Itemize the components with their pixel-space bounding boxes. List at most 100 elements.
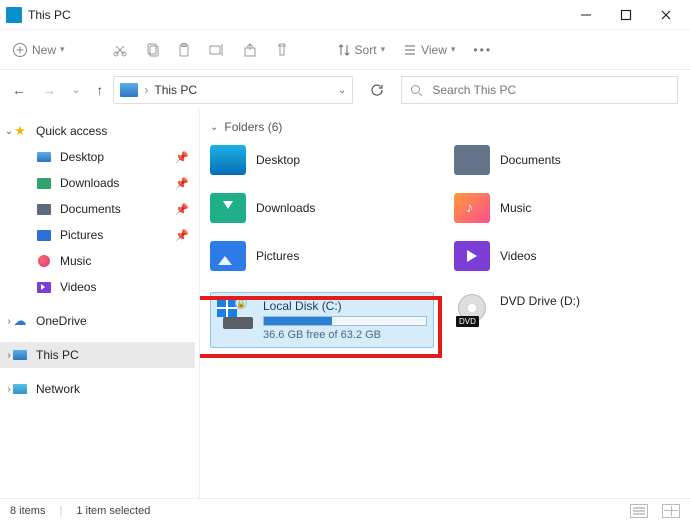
sidebar-item-label: Pictures xyxy=(60,228,103,242)
pin-icon: 📌 xyxy=(175,203,189,216)
sidebar-this-pc[interactable]: › This PC xyxy=(0,342,195,368)
folder-documents[interactable]: Documents xyxy=(454,142,678,178)
documents-icon xyxy=(37,204,51,215)
sidebar-label: Network xyxy=(36,382,80,396)
expand-icon[interactable]: › xyxy=(4,384,14,395)
search-box[interactable] xyxy=(401,76,678,104)
maximize-button[interactable] xyxy=(606,0,646,30)
music-icon xyxy=(38,255,50,267)
videos-icon xyxy=(37,282,51,293)
navigation-pane: ⌄ ★ Quick access Desktop 📌 Downloads 📌 D… xyxy=(0,110,200,498)
forward-button[interactable]: → xyxy=(42,82,56,98)
status-bar: 8 items | 1 item selected xyxy=(0,498,690,522)
drive-local-disk-c[interactable]: 🔒 Local Disk (C:) 36.6 GB free of 63.2 G… xyxy=(210,292,434,348)
new-button[interactable]: New ▾ xyxy=(12,42,65,58)
recent-locations-button[interactable]: ⌄ xyxy=(72,85,80,96)
videos-icon xyxy=(454,241,490,271)
share-icon xyxy=(243,43,257,57)
sidebar-item-label: Desktop xyxy=(60,150,104,164)
pin-icon: 📌 xyxy=(175,177,189,190)
chevron-down-icon: ▾ xyxy=(381,44,386,55)
share-button[interactable] xyxy=(243,43,257,57)
minimize-button[interactable] xyxy=(566,0,606,30)
documents-icon xyxy=(454,145,490,175)
paste-button[interactable] xyxy=(177,43,191,57)
sidebar-item-label: Music xyxy=(60,254,91,268)
sort-button[interactable]: Sort ▾ xyxy=(337,43,386,57)
sidebar-item-label: Downloads xyxy=(60,176,119,190)
up-button[interactable]: ↑ xyxy=(96,82,103,98)
dvd-tag: DVD xyxy=(456,316,479,327)
rename-button[interactable] xyxy=(209,43,225,57)
close-button[interactable] xyxy=(646,0,686,30)
back-button[interactable]: ← xyxy=(12,82,26,98)
folder-label: Pictures xyxy=(256,249,299,263)
drive-name: Local Disk (C:) xyxy=(263,299,427,313)
refresh-button[interactable] xyxy=(363,76,391,104)
sort-label: Sort xyxy=(355,43,377,57)
app-icon xyxy=(6,7,22,23)
network-icon xyxy=(13,384,27,394)
sidebar-item-label: Videos xyxy=(60,280,96,294)
folder-downloads[interactable]: Downloads xyxy=(210,190,434,226)
chevron-down-icon: ⌄ xyxy=(210,122,218,133)
view-button[interactable]: View ▾ xyxy=(403,43,455,57)
drive-icon: 🔒 xyxy=(217,299,255,329)
delete-button[interactable] xyxy=(275,43,289,57)
pictures-icon xyxy=(210,241,246,271)
music-icon xyxy=(454,193,490,223)
trash-icon xyxy=(275,43,289,57)
folder-music[interactable]: Music xyxy=(454,190,678,226)
tiles-view-button[interactable] xyxy=(662,504,680,518)
content-pane: ⌄ Folders (6) Desktop Documents Download… xyxy=(200,110,690,498)
sidebar-label: Quick access xyxy=(36,124,107,138)
sidebar-quick-access[interactable]: ⌄ ★ Quick access xyxy=(0,118,195,144)
plus-circle-icon xyxy=(12,42,28,58)
pictures-icon xyxy=(37,230,51,241)
folders-header-label: Folders (6) xyxy=(224,120,282,134)
details-view-button[interactable] xyxy=(630,504,648,518)
folder-label: Desktop xyxy=(256,153,300,167)
drive-dvd-d[interactable]: DVD DVD Drive (D:) xyxy=(454,292,678,326)
collapse-icon[interactable]: ⌄ xyxy=(4,126,14,137)
star-icon: ★ xyxy=(12,123,28,139)
folder-label: Downloads xyxy=(256,201,315,215)
expand-icon[interactable]: › xyxy=(4,350,14,361)
desktop-icon xyxy=(210,145,246,175)
folder-videos[interactable]: Videos xyxy=(454,238,678,274)
view-label: View xyxy=(421,43,447,57)
sidebar-item-documents[interactable]: Documents 📌 xyxy=(0,196,195,222)
title-bar: This PC xyxy=(0,0,690,30)
paste-icon xyxy=(177,43,191,57)
pin-icon: 📌 xyxy=(175,151,189,164)
search-input[interactable] xyxy=(430,82,669,98)
address-bar[interactable]: › This PC ⌄ xyxy=(113,76,353,104)
more-button[interactable]: ••• xyxy=(473,43,492,57)
sidebar-item-music[interactable]: Music xyxy=(0,248,195,274)
command-bar: New ▾ Sort ▾ View ▾ ••• xyxy=(0,30,690,70)
folder-pictures[interactable]: Pictures xyxy=(210,238,434,274)
cut-button[interactable] xyxy=(113,43,127,57)
sidebar-label: OneDrive xyxy=(36,314,87,328)
search-icon xyxy=(410,84,422,97)
chevron-down-icon[interactable]: ⌄ xyxy=(338,85,346,96)
copy-button[interactable] xyxy=(145,43,159,57)
folder-label: Music xyxy=(500,201,531,215)
new-label: New xyxy=(32,43,56,57)
cut-icon xyxy=(113,43,127,57)
sidebar-item-pictures[interactable]: Pictures 📌 xyxy=(0,222,195,248)
sidebar-network[interactable]: › Network xyxy=(0,376,195,402)
sidebar-item-desktop[interactable]: Desktop 📌 xyxy=(0,144,195,170)
sidebar-item-videos[interactable]: Videos xyxy=(0,274,195,300)
breadcrumb-sep: › xyxy=(144,83,148,97)
dvd-icon: DVD xyxy=(454,294,490,326)
folders-section-header[interactable]: ⌄ Folders (6) xyxy=(210,120,678,134)
sidebar-onedrive[interactable]: › ☁ OneDrive xyxy=(0,308,195,334)
drive-usage-bar xyxy=(263,316,427,326)
desktop-icon xyxy=(37,152,51,162)
address-bar-row: ← → ⌄ ↑ › This PC ⌄ xyxy=(0,70,690,110)
folder-label: Videos xyxy=(500,249,536,263)
folder-desktop[interactable]: Desktop xyxy=(210,142,434,178)
expand-icon[interactable]: › xyxy=(4,316,14,327)
sidebar-item-downloads[interactable]: Downloads 📌 xyxy=(0,170,195,196)
